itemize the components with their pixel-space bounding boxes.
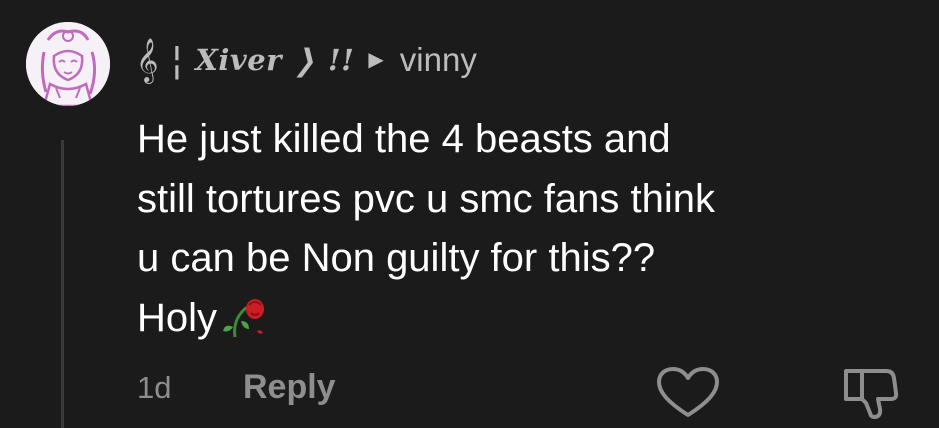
username-prefix: 𝄞 ¦ [136,38,184,82]
avatar-drawing [26,22,110,106]
comment-body: He just killed the 4 beasts and still to… [137,110,927,356]
username[interactable]: Xiver ❭ !! [195,43,354,77]
reply-button[interactable]: Reply [243,368,336,407]
wilted-rose-icon [219,295,267,357]
thread-line [61,140,64,428]
comment-line: still tortures pvc u smc fans think [137,176,715,221]
timestamp: 1d [137,370,172,405]
thumbs-down-icon[interactable] [840,363,900,426]
comment-line-last: Holy [137,289,927,357]
comment-header: 𝄞 ¦ Xiver ❭ !! ▶ vinny [136,30,477,90]
comment-line: He just killed the 4 beasts and [137,117,671,161]
reply-recipient[interactable]: vinny [400,41,477,79]
avatar[interactable] [26,22,110,106]
reply-arrow-icon: ▶ [368,49,384,71]
comment-line: Holy [137,295,218,340]
heart-icon[interactable] [656,367,720,424]
comment-line: u can be Non guilty for this?? [137,236,656,280]
